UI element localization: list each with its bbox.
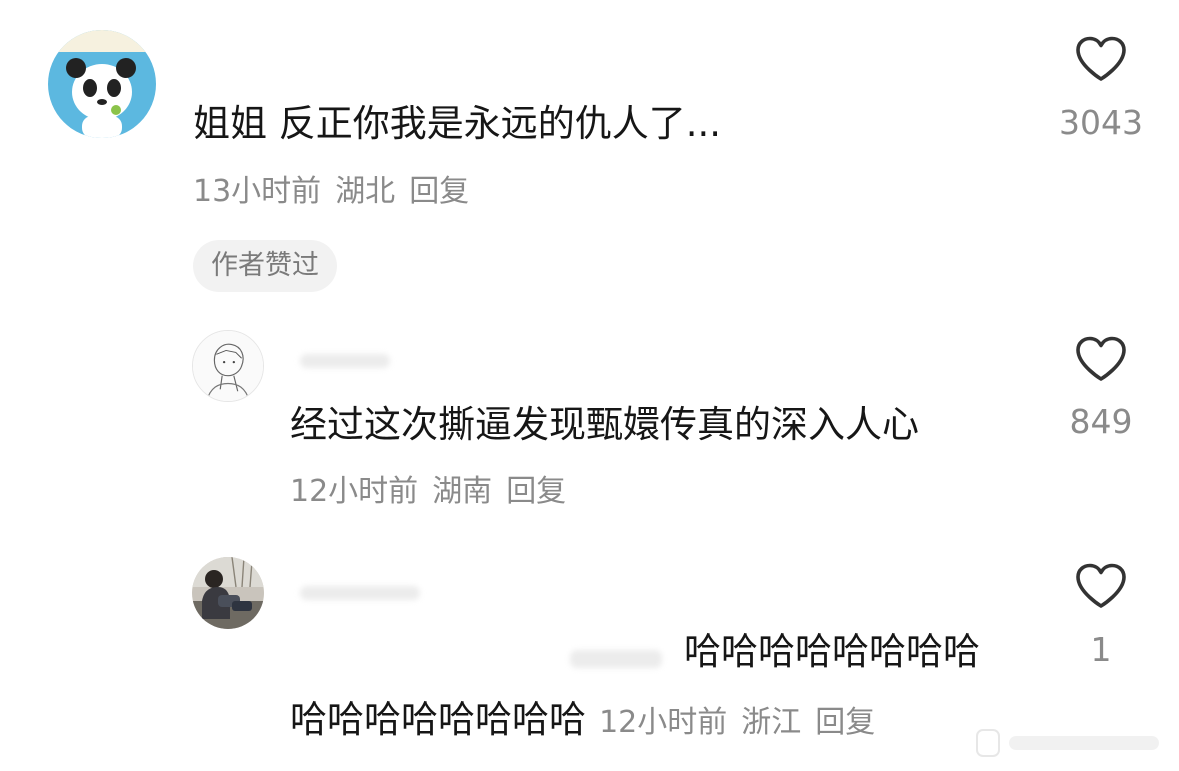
comment-2-like-button[interactable] — [1075, 336, 1127, 382]
heart-icon — [1076, 336, 1126, 381]
heart-icon — [1076, 563, 1126, 608]
comment-1-location: 湖北 — [335, 174, 396, 209]
comment-2-text: 经过这次撕逼发现甄嬛传真的深入人心 — [290, 403, 919, 446]
comment-1-avatar[interactable] — [48, 30, 156, 138]
comment-3-location: 浙江 — [741, 705, 802, 740]
comment-1-text: 姐姐 反正你我是永远的仇人了... — [193, 102, 722, 145]
comment-3-line2: 哈哈哈哈哈哈哈哈 12小时前 浙江 回复 — [290, 698, 889, 742]
comment-2-time: 12小时前 — [290, 474, 419, 509]
comment-3-reply-button[interactable]: 回复 — [815, 705, 875, 740]
comment-2-meta: 12小时前 湖南 回复 — [290, 474, 580, 510]
comment-3-text-line1: 哈哈哈哈哈哈哈哈 — [684, 630, 980, 673]
author-liked-badge: 作者赞过 — [193, 240, 337, 292]
heart-icon — [1076, 36, 1126, 81]
comment-2-avatar[interactable] — [192, 330, 264, 402]
comment-1-like-button[interactable] — [1075, 36, 1127, 82]
watermark-icon — [976, 729, 1159, 757]
comment-1-time: 13小时前 — [193, 174, 322, 209]
comment-3-like-count: 1 — [1090, 630, 1112, 669]
comment-1-meta: 13小时前 湖北 回复 — [193, 174, 483, 210]
photo-avatar-icon — [192, 557, 264, 629]
watermark-logo — [975, 726, 1170, 760]
comment-2-like-count: 849 — [1069, 402, 1133, 441]
comment-1-like-count: 3043 — [1059, 103, 1143, 142]
comment-1-reply-button[interactable]: 回复 — [409, 174, 469, 209]
comment-3-text-line2: 哈哈哈哈哈哈哈哈 — [290, 698, 586, 741]
comment-3-meta: 12小时前 浙江 回复 — [599, 705, 889, 740]
comment-3-time: 12小时前 — [599, 705, 728, 740]
comment-2-reply-button[interactable]: 回复 — [506, 474, 566, 509]
comment-3-avatar[interactable] — [192, 557, 264, 629]
comment-3-like-button[interactable] — [1075, 563, 1127, 609]
comment-3-username-blurred — [300, 586, 420, 600]
comment-2-username-blurred — [300, 354, 390, 368]
comment-2-location: 湖南 — [432, 474, 493, 509]
comment-3-blurred-text — [570, 650, 662, 668]
sketch-avatar-icon — [193, 331, 263, 401]
panda-avatar-icon — [48, 30, 156, 138]
